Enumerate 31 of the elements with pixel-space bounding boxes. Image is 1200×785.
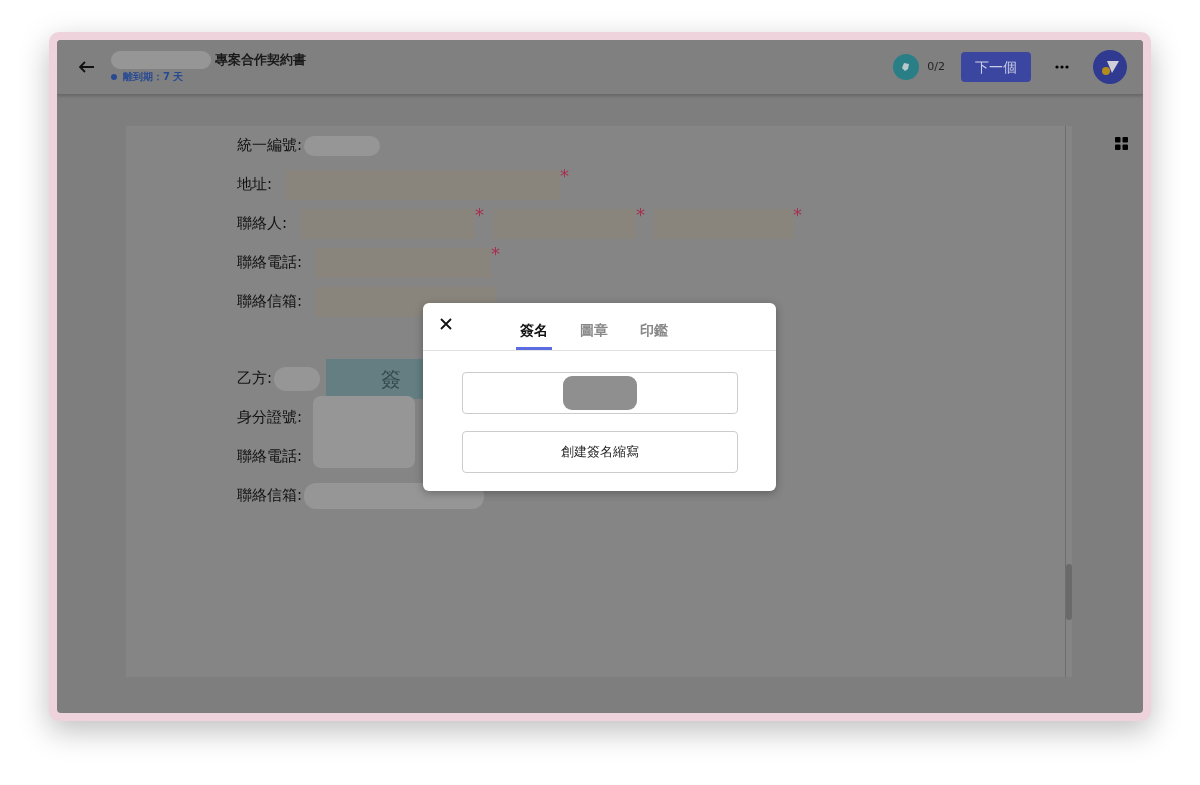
- grid-icon[interactable]: [1115, 137, 1128, 150]
- field-label: 乙方:: [237, 368, 273, 390]
- status-dot: [111, 73, 117, 80]
- field-label: 地址:: [237, 174, 273, 196]
- field-label: 聯絡電話:: [237, 446, 303, 468]
- required-mark: *: [636, 206, 647, 224]
- scrollbar-thumb[interactable]: [1066, 564, 1072, 620]
- field-label: 統一編號:: [237, 135, 303, 157]
- more-icon[interactable]: [1055, 65, 1069, 69]
- create-initials-button[interactable]: 創建簽名縮寫: [461, 431, 738, 473]
- document-title: 專案合作契約書: [215, 50, 306, 69]
- pen-icon[interactable]: [893, 54, 920, 80]
- field-label: 身分證號:: [237, 407, 303, 429]
- dialog-tab[interactable]: 圖章: [575, 316, 612, 350]
- back-icon[interactable]: [79, 61, 95, 73]
- field-label: 聯絡電話:: [237, 252, 303, 274]
- avatar[interactable]: [1093, 50, 1127, 84]
- dialog-tab[interactable]: 印鑑: [635, 316, 672, 350]
- required-mark: *: [491, 245, 502, 263]
- due-date-text: 離到期：7 天: [123, 70, 184, 85]
- required-mark: *: [475, 206, 486, 224]
- close-icon[interactable]: [440, 318, 452, 330]
- field-label: 聯絡人:: [237, 213, 288, 235]
- signature-box[interactable]: [461, 372, 738, 414]
- required-mark: *: [793, 206, 804, 224]
- progress-count: 0/2: [927, 58, 945, 75]
- field-label: 聯絡信箱:: [237, 485, 303, 507]
- next-button[interactable]: 下一個: [961, 52, 1031, 82]
- required-mark: *: [560, 167, 571, 185]
- dialog-tab[interactable]: 簽名: [515, 316, 552, 350]
- field-label: 聯絡信箱:: [237, 291, 303, 313]
